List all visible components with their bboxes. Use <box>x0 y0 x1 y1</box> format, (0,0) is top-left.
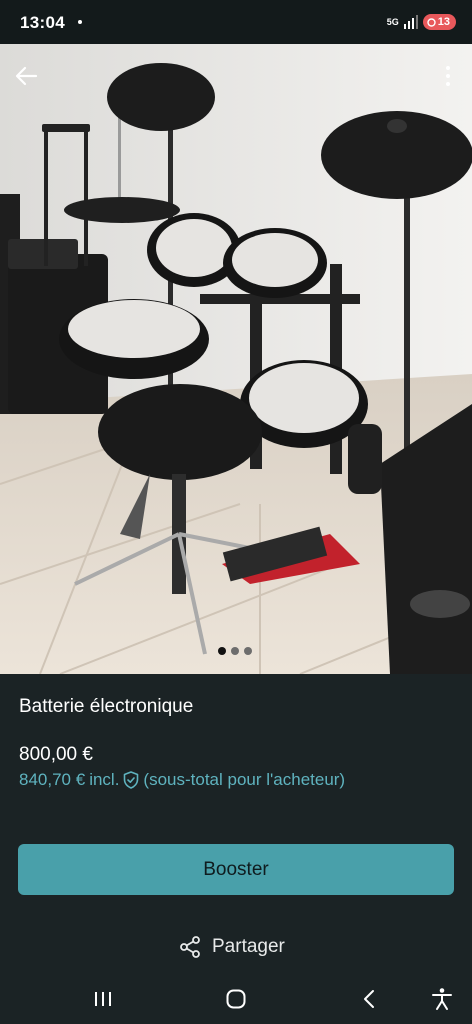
share-icon <box>180 936 200 958</box>
system-nav-bar <box>0 974 472 1024</box>
incl-label: incl. <box>89 770 120 789</box>
home-icon[interactable] <box>223 986 249 1012</box>
drum-kit-image <box>0 44 472 674</box>
carousel-dot[interactable] <box>244 647 252 655</box>
signal-icon <box>403 15 418 29</box>
back-nav-icon[interactable] <box>356 986 382 1012</box>
battery-indicator: 13 <box>422 14 456 30</box>
product-photo[interactable] <box>0 44 472 674</box>
notification-dot-icon <box>78 20 82 24</box>
fees-note: (sous-total pour l'acheteur) <box>143 770 346 789</box>
buyer-price-info[interactable]: 840,70 € incl. (sous-total pour l'achete… <box>19 770 345 790</box>
boost-button[interactable]: Booster <box>18 844 454 895</box>
status-bar: 13:04 5G 13 <box>0 0 472 44</box>
listing-price: 800,00 € <box>19 744 93 765</box>
battery-saver-icon <box>427 17 436 27</box>
shield-check-icon <box>124 771 139 789</box>
carousel-dot[interactable] <box>231 647 239 655</box>
recent-apps-icon[interactable] <box>90 986 116 1012</box>
carousel-indicator <box>218 647 252 655</box>
battery-level: 13 <box>437 16 450 28</box>
status-time: 13:04 <box>20 13 65 32</box>
network-type: 5G <box>386 16 399 27</box>
share-label: Partager <box>212 936 285 957</box>
listing-title: Batterie électronique <box>19 696 194 717</box>
arrow-left-icon[interactable] <box>12 62 40 90</box>
share-button[interactable]: Partager <box>178 935 285 959</box>
carousel-dot[interactable] <box>218 647 226 655</box>
boost-button-label: Booster <box>203 858 269 880</box>
more-vertical-icon[interactable] <box>436 62 460 90</box>
price-with-fees: 840,70 € <box>19 770 86 789</box>
status-icons: 5G 13 <box>387 14 456 30</box>
accessibility-icon[interactable] <box>429 986 455 1012</box>
